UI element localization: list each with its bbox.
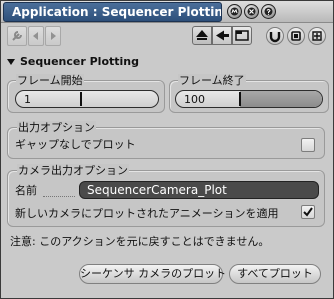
name-label: 名前: [15, 184, 37, 197]
arrow-right-icon[interactable]: [45, 26, 61, 46]
section-header[interactable]: Sequencer Plotting: [5, 54, 331, 70]
apply-animation-label: 新しいカメラにプロットされたアニメーションを適用: [15, 207, 279, 220]
toolbar: [1, 24, 333, 48]
play-up-icon[interactable]: [192, 26, 212, 45]
output-options-label: 出力オプション: [17, 121, 96, 135]
undo-warning-note: 注意: このアクションを元に戻すことはできません。: [10, 235, 270, 248]
magnet-icon[interactable]: [266, 27, 284, 45]
settings-icon[interactable]: [308, 27, 326, 45]
gear-icon[interactable]: [287, 27, 305, 45]
check-icon: [303, 207, 313, 217]
arrow-left-icon[interactable]: [28, 26, 44, 46]
close-circle-icon[interactable]: [244, 4, 259, 19]
frame-start-caret: [80, 92, 82, 106]
dotted-leader: [43, 196, 75, 197]
maya-logo-icon[interactable]: [227, 4, 242, 19]
play-back-icon[interactable]: [212, 26, 232, 45]
frame-start-label: フレーム開始: [16, 74, 84, 88]
camera-name-field[interactable]: SequencerCamera_Plot: [79, 181, 319, 199]
wrench-icon[interactable]: [7, 26, 27, 46]
gapless-label: ギャップなしでプロット: [15, 138, 136, 151]
section-title: Sequencer Plotting: [20, 55, 139, 68]
tab-icon[interactable]: [232, 26, 252, 45]
frame-end-value: 100: [184, 93, 205, 106]
frame-end-caret: [239, 92, 241, 106]
gapless-checkbox[interactable]: [301, 138, 315, 152]
sequencer-plotting-window: Application : Sequencer Plotting Sequenc…: [0, 0, 334, 299]
frame-end-field[interactable]: 100: [175, 90, 323, 108]
title-bar: Application : Sequencer Plotting: [1, 1, 333, 23]
frame-end-slider-fill: [240, 91, 322, 107]
plot-sequencer-camera-button[interactable]: シーケンサ カメラのプロット: [79, 264, 226, 284]
frame-start-value: 1: [24, 93, 31, 106]
plot-all-button[interactable]: すべてプロット: [229, 264, 321, 284]
help-circle-icon[interactable]: [261, 4, 276, 19]
frame-start-field[interactable]: 1: [15, 90, 159, 108]
frame-end-label: フレーム終了: [178, 74, 246, 88]
camera-options-label: カメラ出力オプション: [17, 164, 129, 178]
collapse-triangle-icon[interactable]: [7, 58, 15, 65]
apply-animation-checkbox[interactable]: [301, 205, 315, 219]
window-title[interactable]: Application : Sequencer Plotting: [3, 2, 222, 22]
